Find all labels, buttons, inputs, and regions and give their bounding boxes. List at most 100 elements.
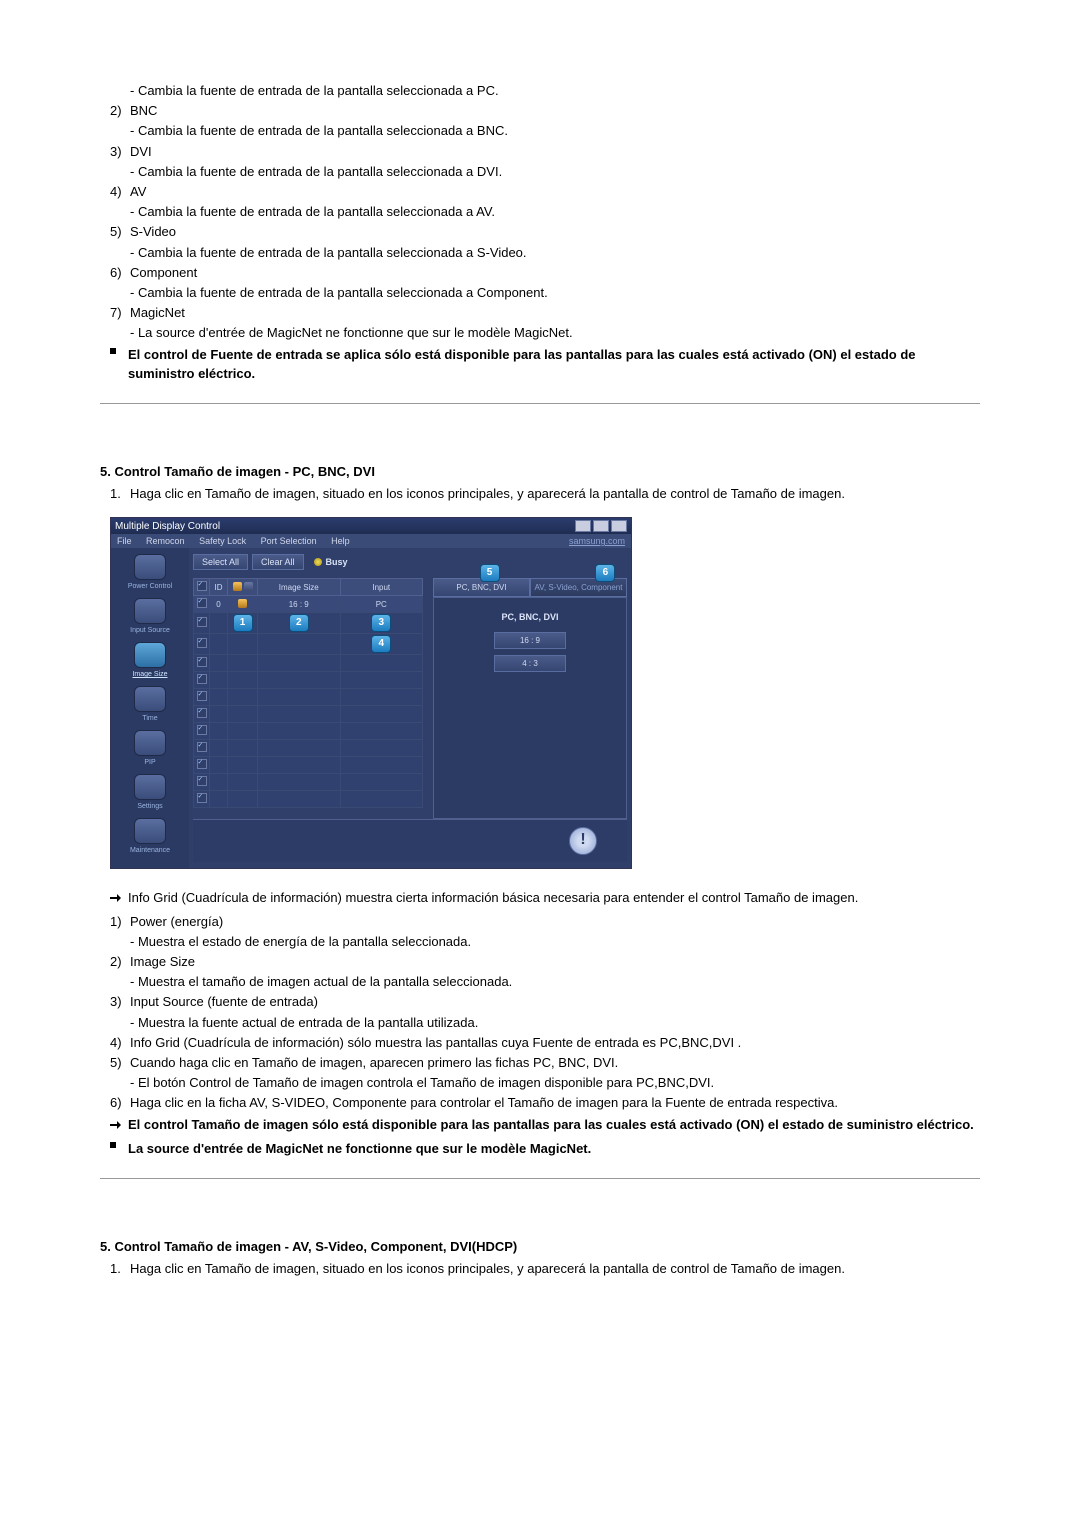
pip-icon — [134, 730, 166, 756]
list-item-sub: - La source d'entrée de MagicNet ne fonc… — [130, 324, 980, 342]
table-row[interactable] — [194, 723, 423, 740]
check-icon[interactable] — [197, 725, 207, 735]
th-id: ID — [210, 579, 228, 596]
arrow-icon — [110, 889, 128, 909]
list-item-sub: - Cambia la fuente de entrada de la pant… — [130, 122, 980, 140]
time-icon — [134, 686, 166, 712]
check-icon[interactable] — [197, 581, 207, 591]
check-icon[interactable] — [197, 598, 207, 608]
list-item: 3) Input Source (fuente de entrada) — [110, 993, 980, 1011]
check-icon[interactable] — [197, 691, 207, 701]
sidebar-item-image-size[interactable]: Image Size — [120, 642, 180, 678]
section-paragraph: 1. Haga clic en Tamaño de imagen, situad… — [110, 1260, 980, 1278]
table-row[interactable] — [194, 791, 423, 808]
note-text: Info Grid (Cuadrícula de información) mu… — [128, 889, 980, 909]
th-power — [228, 579, 258, 596]
window-controls — [573, 520, 627, 532]
table-row[interactable] — [194, 740, 423, 757]
callout-2: 2 — [289, 614, 309, 632]
list-item: 5) Cuando haga clic en Tamaño de imagen,… — [110, 1054, 980, 1072]
check-icon[interactable] — [197, 617, 207, 627]
right-panel: 5 6 PC, BNC, DVI AV, S-Video, Component … — [433, 578, 627, 819]
menu-link[interactable]: samsung.com — [569, 536, 625, 546]
check-icon[interactable] — [197, 674, 207, 684]
ratio-4-3-button[interactable]: 4 : 3 — [494, 655, 566, 672]
check-icon[interactable] — [197, 776, 207, 786]
sidebar-item-time[interactable]: Time — [120, 686, 180, 722]
info-icon[interactable]: ! — [569, 827, 597, 855]
sidebar: Power Control Input Source Image Size Ti… — [111, 548, 189, 868]
th-input: Input — [340, 579, 423, 596]
ratio-16-9-button[interactable]: 16 : 9 — [494, 632, 566, 649]
list-item: 3) DVI — [110, 143, 980, 161]
bullet-icon — [110, 1140, 128, 1158]
menu-item[interactable]: Safety Lock — [199, 536, 246, 546]
main-area: Select All Clear All Busy ID — [189, 548, 631, 868]
check-icon[interactable] — [197, 759, 207, 769]
check-icon[interactable] — [197, 708, 207, 718]
content-columns: ID Image Size Input 0 16 : 9 PC — [193, 578, 627, 819]
list-item-sub: - Muestra el estado de energía de la pan… — [130, 933, 980, 951]
table-row[interactable]: 0 16 : 9 PC — [194, 596, 423, 613]
callout-5: 5 — [480, 564, 500, 582]
table-row[interactable] — [194, 689, 423, 706]
check-icon[interactable] — [197, 793, 207, 803]
list-label: Image Size — [130, 953, 980, 971]
check-icon[interactable] — [197, 742, 207, 752]
select-all-button[interactable]: Select All — [193, 554, 248, 570]
menu-item[interactable]: File — [117, 536, 132, 546]
para-number: 1. — [110, 485, 130, 503]
busy-label: Busy — [326, 557, 348, 567]
sidebar-label: Image Size — [120, 671, 180, 678]
sidebar-item-pip[interactable]: PIP — [120, 730, 180, 766]
check-icon[interactable] — [197, 638, 207, 648]
section-heading: 5. Control Tamaño de imagen - AV, S-Vide… — [100, 1239, 980, 1254]
section-paragraph: 1. Haga clic en Tamaño de imagen, situad… — [110, 485, 980, 503]
list-number: 4) — [110, 183, 130, 201]
table-row[interactable]: 4 — [194, 634, 423, 655]
list-item: 6) Component — [110, 264, 980, 282]
maintenance-icon — [134, 818, 166, 844]
sidebar-item-power[interactable]: Power Control — [120, 554, 180, 590]
menu-left: File Remocon Safety Lock Port Selection … — [117, 536, 362, 546]
sidebar-item-input[interactable]: Input Source — [120, 598, 180, 634]
list-item: 2) Image Size — [110, 953, 980, 971]
clear-all-button[interactable]: Clear All — [252, 554, 304, 570]
minimize-icon[interactable] — [575, 520, 591, 532]
sidebar-item-maintenance[interactable]: Maintenance — [120, 818, 180, 854]
table-row[interactable] — [194, 706, 423, 723]
sidebar-label: Input Source — [120, 627, 180, 634]
list-number: 1) — [110, 913, 130, 931]
list-number: 2) — [110, 953, 130, 971]
list-label: DVI — [130, 143, 980, 161]
power-on-icon — [233, 582, 242, 591]
para-number: 1. — [110, 1260, 130, 1278]
table-row[interactable]: 1 2 3 — [194, 613, 423, 634]
list-label: Input Source (fuente de entrada) — [130, 993, 980, 1011]
table-row[interactable] — [194, 672, 423, 689]
toolbar: Select All Clear All Busy — [193, 554, 627, 570]
maximize-icon[interactable] — [593, 520, 609, 532]
list-item-sub: - Muestra la fuente actual de entrada de… — [130, 1014, 980, 1032]
callout-1: 1 — [233, 614, 253, 632]
list-number: 7) — [110, 304, 130, 322]
sidebar-label: Maintenance — [120, 847, 180, 854]
divider — [100, 403, 980, 404]
table-row[interactable] — [194, 757, 423, 774]
menu-item[interactable]: Port Selection — [261, 536, 317, 546]
check-icon[interactable] — [197, 657, 207, 667]
list-item-sub: - Cambia la fuente de entrada de la pant… — [130, 203, 980, 221]
table-row[interactable] — [194, 774, 423, 791]
para-text: Haga clic en Tamaño de imagen, situado e… — [130, 1260, 845, 1278]
busy-dot-icon — [314, 558, 322, 566]
menu-item[interactable]: Help — [331, 536, 350, 546]
table-row[interactable] — [194, 655, 423, 672]
image-size-icon — [134, 642, 166, 668]
close-icon[interactable] — [611, 520, 627, 532]
list-label: AV — [130, 183, 980, 201]
list-label: Power (energía) — [130, 913, 980, 931]
menu-item[interactable]: Remocon — [146, 536, 185, 546]
sidebar-item-settings[interactable]: Settings — [120, 774, 180, 810]
sidebar-label: Settings — [120, 803, 180, 810]
list-item: 7) MagicNet — [110, 304, 980, 322]
